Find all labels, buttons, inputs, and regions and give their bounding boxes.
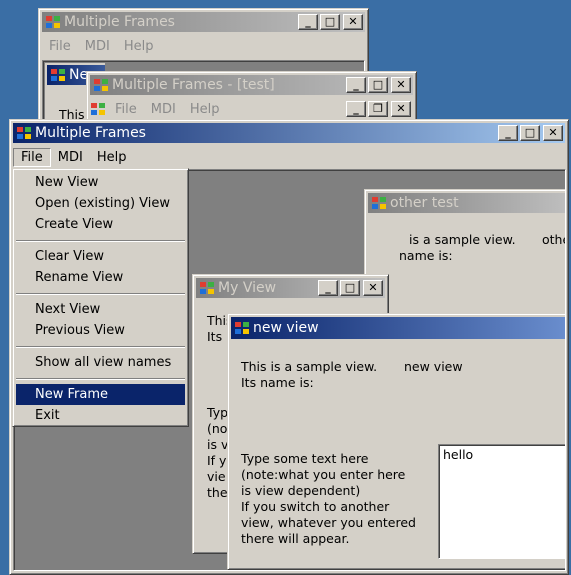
instruction-line: If you switch to another — [241, 499, 390, 514]
windows-logo-icon — [17, 127, 31, 139]
view-name: new view — [404, 359, 463, 374]
back-frame-titlebar[interactable]: Multiple Frames _ □ ✕ — [42, 12, 365, 32]
menu-item-clear-view[interactable]: Clear View — [16, 246, 185, 267]
windows-logo-icon — [51, 69, 65, 81]
new-view-child-window[interactable]: new view This is a sample view. new view… — [227, 313, 565, 570]
view-text-value: hello — [443, 447, 474, 462]
menu-help[interactable]: Help — [90, 149, 134, 166]
menu-item-exit[interactable]: Exit — [16, 405, 185, 426]
instruction-line: there will appear. — [241, 531, 350, 546]
menu-separator — [16, 346, 185, 348]
menu-separator — [16, 240, 185, 242]
menu-file[interactable]: File — [108, 101, 144, 118]
menu-file[interactable]: File — [13, 147, 51, 167]
close-button[interactable]: ✕ — [343, 14, 363, 30]
window-title: Multiple Frames - [test] — [112, 77, 275, 93]
minimize-button[interactable]: _ — [298, 14, 318, 30]
main-frame-titlebar[interactable]: Multiple Frames _ □ ✕ — [13, 123, 565, 143]
menu-item-rename-view[interactable]: Rename View — [16, 267, 185, 288]
test-frame-menubar: File MDI Help _ ❐ ✕ — [90, 99, 413, 119]
menu-item-previous-view[interactable]: Previous View — [16, 320, 185, 341]
window-title: Multiple Frames — [64, 14, 175, 30]
name-label: Its name is: — [241, 375, 314, 390]
menu-help[interactable]: Help — [117, 38, 161, 55]
file-dropdown-menu[interactable]: New View Open (existing) View Create Vie… — [12, 168, 189, 427]
child-restore-button[interactable]: ❐ — [368, 101, 388, 117]
text-line: (no — [207, 421, 228, 436]
instruction-line: (note:what you enter here — [241, 467, 406, 482]
windows-logo-icon — [91, 103, 105, 115]
other-test-titlebar[interactable]: other test — [368, 193, 565, 213]
child-title: other test — [390, 195, 459, 211]
sample-text: This is a sample view. — [241, 359, 378, 374]
test-frame-window[interactable]: Multiple Frames - [test] _ □ ✕ File MDI … — [86, 71, 417, 123]
close-button[interactable]: ✕ — [391, 77, 411, 93]
maximize-button[interactable]: □ — [320, 14, 340, 30]
maximize-button[interactable]: □ — [340, 280, 360, 296]
sample-text: is a sample view. — [409, 232, 516, 247]
child-title: My View — [218, 280, 277, 296]
instruction-line: Type some text here — [241, 451, 369, 466]
new-view-titlebar[interactable]: new view — [231, 317, 565, 339]
back-frame-menubar: File MDI Help — [42, 36, 160, 56]
child-minimize-button[interactable]: _ — [346, 101, 366, 117]
windows-logo-icon — [235, 322, 249, 334]
windows-logo-icon — [94, 79, 108, 91]
close-button[interactable]: ✕ — [543, 125, 563, 141]
my-view-titlebar[interactable]: My View _ □ ✕ — [196, 278, 385, 298]
close-button[interactable]: ✕ — [363, 280, 383, 296]
menu-separator — [16, 293, 185, 295]
menu-mdi[interactable]: MDI — [144, 101, 183, 118]
window-title: Multiple Frames — [35, 125, 146, 141]
main-frame-menubar: File MDI Help — [13, 147, 133, 167]
menu-item-open-existing-view[interactable]: Open (existing) View — [16, 193, 185, 214]
menu-help[interactable]: Help — [183, 101, 227, 118]
text-line: Its — [207, 329, 223, 344]
menu-mdi[interactable]: MDI — [51, 149, 90, 166]
view-text-input[interactable]: hello — [438, 444, 565, 559]
menu-item-create-view[interactable]: Create View — [16, 214, 185, 235]
windows-logo-icon — [200, 282, 214, 294]
menu-item-new-frame[interactable]: New Frame — [16, 384, 185, 405]
name-label: name is: — [399, 248, 453, 263]
instruction-line: is view dependent) — [241, 483, 361, 498]
menu-separator — [16, 378, 185, 380]
instruction-line: view, whatever you entered — [241, 515, 416, 530]
child-title: new view — [253, 320, 319, 336]
menu-item-next-view[interactable]: Next View — [16, 299, 185, 320]
text-line: the — [207, 485, 228, 500]
menu-item-show-all-view-names[interactable]: Show all view names — [16, 352, 185, 373]
minimize-button[interactable]: _ — [498, 125, 518, 141]
menu-item-new-view[interactable]: New View — [16, 172, 185, 193]
menu-file[interactable]: File — [42, 38, 78, 55]
windows-logo-icon — [372, 197, 386, 209]
maximize-button[interactable]: □ — [368, 77, 388, 93]
maximize-button[interactable]: □ — [520, 125, 540, 141]
text-line: If y — [207, 453, 227, 468]
menu-mdi[interactable]: MDI — [78, 38, 117, 55]
text-line: vie — [207, 469, 226, 484]
windows-logo-icon — [46, 16, 60, 28]
minimize-button[interactable]: _ — [346, 77, 366, 93]
text-line: is v — [207, 437, 229, 452]
view-name: othe — [542, 232, 565, 247]
text-line: Typ — [207, 405, 229, 420]
child-close-button[interactable]: ✕ — [391, 101, 411, 117]
test-frame-titlebar[interactable]: Multiple Frames - [test] _ □ ✕ — [90, 75, 413, 95]
minimize-button[interactable]: _ — [318, 280, 338, 296]
